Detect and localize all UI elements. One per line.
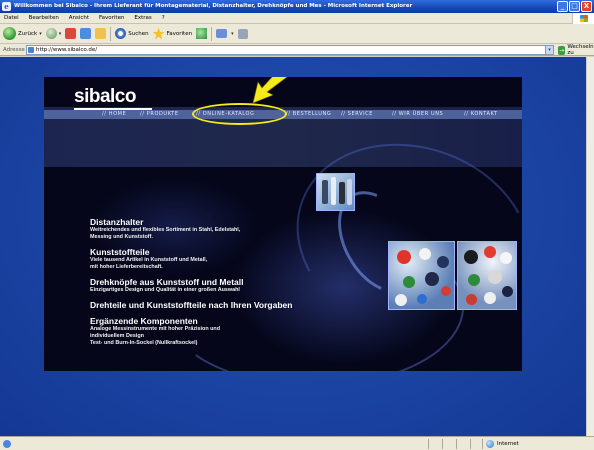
status-cell bbox=[470, 439, 482, 449]
nav-bestellung[interactable]: // BESTELLUNG bbox=[286, 110, 331, 119]
forward-button[interactable]: ▾ bbox=[45, 28, 62, 39]
windows-logo-icon bbox=[572, 13, 594, 24]
nav-wir-ueber-uns[interactable]: // WIR ÜBER UNS bbox=[392, 110, 443, 119]
vertical-scrollbar[interactable] bbox=[586, 57, 594, 436]
go-label: Wechseln zu bbox=[567, 44, 594, 56]
content-desc: Weitreichendes und flexibles Sortiment i… bbox=[90, 227, 241, 240]
site-logo[interactable]: sibalco bbox=[74, 86, 136, 108]
go-arrow-icon: → bbox=[558, 45, 566, 55]
stop-icon[interactable] bbox=[65, 28, 77, 39]
back-label: Zurück bbox=[18, 30, 38, 37]
content-item-distanzhalter[interactable]: Distanzhalter Weitreichendes und flexibl… bbox=[90, 217, 380, 241]
mail-icon[interactable] bbox=[216, 29, 228, 38]
content-desc: Einzigartiges Design und Qualität in ein… bbox=[90, 287, 240, 293]
nav-produkte[interactable]: // PRODUKTE bbox=[140, 110, 179, 119]
menu-ansicht[interactable]: Ansicht bbox=[65, 13, 93, 24]
search-button[interactable]: Suchen bbox=[115, 28, 149, 39]
address-label: Adresse bbox=[3, 47, 25, 53]
refresh-icon[interactable] bbox=[80, 28, 92, 39]
chevron-down-icon[interactable]: ▾ bbox=[545, 46, 553, 54]
content-item-drehknoepfe[interactable]: Drehknöpfe aus Kunststoff und Metall Ein… bbox=[90, 277, 380, 294]
status-cell bbox=[456, 439, 468, 449]
back-arrow-icon bbox=[3, 27, 16, 40]
zone-label: Internet bbox=[497, 441, 519, 447]
ie-icon: e bbox=[2, 2, 11, 11]
content-item-komponenten[interactable]: Ergänzende Komponenten Analoge Messinstr… bbox=[90, 316, 380, 347]
site-panel: sibalco // HOME // PRODUKTE // ONLINE-KA… bbox=[44, 77, 522, 371]
forward-arrow-icon bbox=[45, 28, 57, 39]
menu-extras[interactable]: Extras bbox=[130, 13, 155, 24]
content-title: Drehknöpfe aus Kunststoff und Metall bbox=[90, 277, 244, 287]
content-title: Distanzhalter bbox=[90, 217, 144, 227]
address-url: http://www.sibalco.de/ bbox=[36, 47, 98, 53]
toolbar-separator bbox=[110, 26, 112, 41]
content-item-kunststoffteile[interactable]: Kunststoffteile Viele tausend Artikel in… bbox=[90, 247, 380, 271]
status-cell bbox=[428, 439, 440, 449]
window-title: Willkommen bei Sibalco - Ihrem Lieferant… bbox=[14, 3, 413, 9]
minimize-button[interactable]: _ bbox=[557, 1, 568, 12]
globe-icon bbox=[486, 440, 494, 448]
chevron-down-icon: ▾ bbox=[39, 30, 42, 37]
nav-service[interactable]: // SERVICE bbox=[341, 110, 373, 119]
window-controls: _ □ X bbox=[557, 1, 592, 12]
home-icon[interactable] bbox=[95, 28, 107, 39]
page-icon bbox=[28, 47, 34, 53]
page-viewport: sibalco // HOME // PRODUKTE // ONLINE-KA… bbox=[0, 57, 594, 436]
status-cells bbox=[428, 439, 482, 449]
address-input[interactable]: http://www.sibalco.de/ ▾ bbox=[26, 45, 554, 55]
menu-datei[interactable]: Datei bbox=[0, 13, 23, 24]
nav-kontakt[interactable]: // KONTAKT bbox=[464, 110, 498, 119]
content-list: Distanzhalter Weitreichendes und flexibl… bbox=[90, 217, 380, 353]
content-title: Drehteile und Kunststoffteile nach Ihren… bbox=[90, 300, 293, 310]
close-button[interactable]: X bbox=[581, 1, 592, 12]
chevron-down-icon: ▾ bbox=[58, 30, 62, 37]
content-title: Ergänzende Komponenten bbox=[90, 316, 198, 326]
address-bar: Adresse http://www.sibalco.de/ ▾ → Wechs… bbox=[0, 44, 594, 56]
product-image-drehknoepfe[interactable] bbox=[457, 241, 517, 310]
chevron-down-icon[interactable]: ▾ bbox=[231, 31, 234, 37]
highlight-ellipse bbox=[192, 103, 287, 125]
menu-favoriten[interactable]: Favoriten bbox=[95, 13, 128, 24]
content-title: Kunststoffteile bbox=[90, 247, 150, 257]
menu-bearbeiten[interactable]: Bearbeiten bbox=[25, 13, 63, 24]
ie-status-icon bbox=[3, 440, 11, 448]
nav-home[interactable]: // HOME bbox=[102, 110, 126, 119]
toolbar-separator bbox=[211, 26, 213, 41]
window-titlebar: e Willkommen bei Sibalco - Ihrem Liefera… bbox=[0, 0, 594, 13]
content-item-drehteile[interactable]: Drehteile und Kunststoffteile nach Ihren… bbox=[90, 300, 380, 310]
favorites-label: Favoriten bbox=[166, 30, 193, 37]
content-desc: Analoge Messinstrumente mit hoher Präzis… bbox=[90, 326, 220, 346]
search-label: Suchen bbox=[128, 30, 149, 37]
toolbar: Zurück ▾ ▾ Suchen Favoriten ▾ bbox=[0, 24, 594, 44]
statusbar: Internet bbox=[0, 436, 594, 450]
status-cell bbox=[442, 439, 454, 449]
product-image-distanzhalter[interactable] bbox=[316, 173, 355, 211]
menu-help[interactable]: ? bbox=[158, 13, 169, 24]
menubar: Datei Bearbeiten Ansicht Favoriten Extra… bbox=[0, 13, 594, 24]
go-button[interactable]: → Wechseln zu bbox=[558, 44, 594, 56]
content-desc: Viele tausend Artikel in Kunststoff und … bbox=[90, 257, 208, 270]
pointer-arrow-icon bbox=[252, 77, 288, 104]
back-button[interactable]: Zurück ▾ bbox=[3, 27, 42, 40]
favorites-button[interactable]: Favoriten bbox=[152, 27, 193, 40]
maximize-button[interactable]: □ bbox=[569, 1, 580, 12]
print-icon[interactable] bbox=[237, 28, 248, 39]
star-icon bbox=[152, 27, 165, 40]
security-zone: Internet bbox=[482, 439, 592, 449]
product-image-kunststoffteile[interactable] bbox=[388, 241, 455, 310]
search-icon bbox=[115, 28, 127, 39]
media-icon[interactable] bbox=[196, 28, 208, 39]
